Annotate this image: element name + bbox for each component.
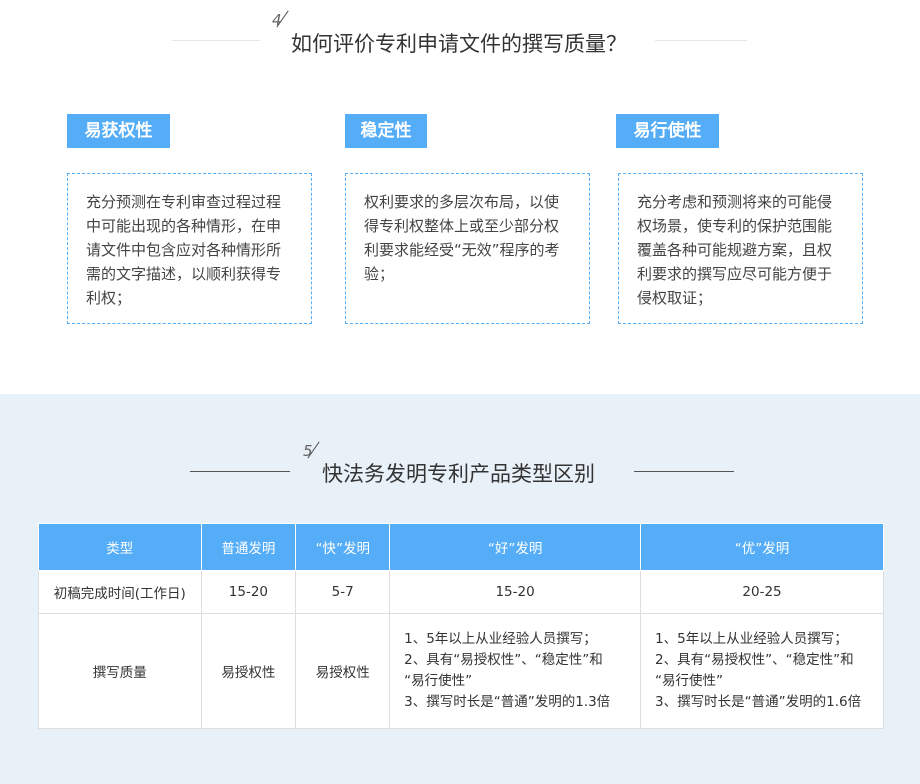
comparison-table: 类型 普通发明 “快”发明 “好”发明 “优”发明 初稿完成时间(工作日) 15… xyxy=(38,523,884,729)
title-divider-right xyxy=(634,471,734,472)
card-label-easy-grant: 易获权性 xyxy=(67,114,170,148)
header-good: “好”发明 xyxy=(389,523,642,571)
header-type: 类型 xyxy=(38,523,202,571)
table-cell-good-quality: 1、5年以上从业经验人员撰写； 2、具有“易授权性”、“稳定性”和 “易行使性”… xyxy=(389,613,642,729)
table-cell-excellent-quality: 1、5年以上从业经验人员撰写； 2、具有“易授权性”、“稳定性”和 “易行使性”… xyxy=(640,613,884,729)
quality-line: “易行使性” xyxy=(404,673,473,689)
quality-line: 1、5年以上从业经验人员撰写； xyxy=(404,631,597,647)
header-excellent: “优”发明 xyxy=(640,523,884,571)
row-label-quality: 撰写质量 xyxy=(38,613,202,729)
card-text-easy-grant: 充分预测在专利审查过程过程中可能出现的各种情形，在申请文件中包含应对各种情形所需… xyxy=(67,173,312,324)
quality-line: 2、具有“易授权性”、“稳定性”和 xyxy=(655,652,854,668)
table-cell: 易授权性 xyxy=(200,613,297,729)
section-number: 5 xyxy=(303,441,320,460)
title-divider-right xyxy=(655,40,747,41)
header-fast: “快”发明 xyxy=(295,523,391,571)
title-divider-left xyxy=(172,40,260,41)
card-text-stability: 权利要求的多层次布局，以使得专利权整体上或至少部分权利要求能经受“无效”程序的考… xyxy=(345,173,590,324)
quality-line: 2、具有“易授权性”、“稳定性”和 xyxy=(404,652,603,668)
table-row: 初稿完成时间(工作日) 15-20 5-7 15-20 20-25 xyxy=(38,570,884,614)
section-title: 快法务发明专利产品类型区别 xyxy=(322,462,595,486)
table-cell: 20-25 xyxy=(640,570,884,614)
title-divider-left xyxy=(190,471,290,472)
quality-line: 3、撰写时长是“普通”发明的1.6倍 xyxy=(655,694,862,710)
section-number: 4 xyxy=(272,10,289,29)
header-ordinary: 普通发明 xyxy=(200,523,297,571)
row-label-draft-time: 初稿完成时间(工作日) xyxy=(38,570,202,614)
table-cell: 15-20 xyxy=(389,570,642,614)
table-header-row: 类型 普通发明 “快”发明 “好”发明 “优”发明 xyxy=(38,523,884,571)
card-label-stability: 稳定性 xyxy=(345,114,427,148)
card-label-enforceability: 易行使性 xyxy=(616,114,719,148)
table-cell: 易授权性 xyxy=(295,613,391,729)
table-row: 撰写质量 易授权性 易授权性 1、5年以上从业经验人员撰写； 2、具有“易授权性… xyxy=(38,613,884,729)
quality-line: 1、5年以上从业经验人员撰写； xyxy=(655,631,848,647)
quality-line: “易行使性” xyxy=(655,673,724,689)
table-cell: 15-20 xyxy=(200,570,297,614)
quality-section: 4 如何评价专利申请文件的撰写质量？ 易获权性 充分预测在专利审查过程过程中可能… xyxy=(0,0,920,394)
table-cell: 5-7 xyxy=(295,570,391,614)
section-title: 如何评价专利申请文件的撰写质量？ xyxy=(291,32,627,56)
card-text-enforceability: 充分考虑和预测将来的可能侵权场景，使专利的保护范围能覆盖各种可能规避方案，且权利… xyxy=(618,173,863,324)
quality-line: 3、撰写时长是“普通”发明的1.3倍 xyxy=(404,694,611,710)
